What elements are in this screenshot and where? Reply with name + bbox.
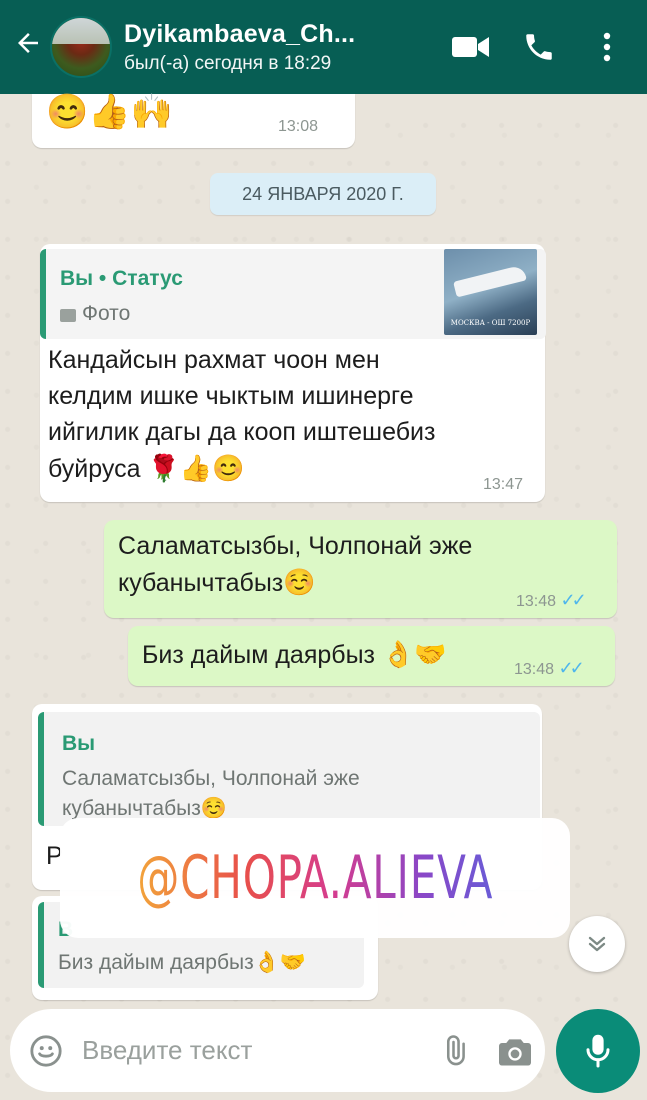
contact-info[interactable]: Dyikambaeva_Ch... был(-а) сегодня в 18:2… bbox=[124, 20, 449, 75]
message-line-text: Биз дайым даярбыз bbox=[142, 641, 376, 669]
message-text: Биз дайым даярбыз 👌🤝 bbox=[142, 636, 447, 673]
camera-icon[interactable] bbox=[485, 1035, 545, 1067]
scroll-down-button[interactable] bbox=[569, 916, 625, 972]
voice-call-icon[interactable] bbox=[517, 25, 561, 69]
microphone-icon bbox=[586, 1034, 610, 1068]
message-emojis: 🌹👍😊 bbox=[147, 453, 245, 483]
quote-text: Фото bbox=[82, 302, 131, 325]
message-text: Кандайсын рахмат чоон мен келдим ишке чы… bbox=[48, 342, 538, 487]
message-composer[interactable]: Введите текст bbox=[10, 1009, 545, 1092]
watermark-sticker: @CHOPA.ALIEVA bbox=[60, 818, 570, 938]
quote-text: Биз дайым даярбыз👌🤝 bbox=[58, 951, 307, 974]
message-time: 13:48 ✓✓ bbox=[516, 590, 587, 611]
message-line: келдим ишке чыктым ишинерге bbox=[48, 382, 414, 410]
mic-button[interactable] bbox=[556, 1009, 640, 1093]
message-line-text: буйруса bbox=[48, 455, 141, 483]
back-arrow-icon[interactable] bbox=[6, 28, 50, 67]
message-outgoing[interactable]: Саламатсызбы, Чолпонай эже кубанычтабыз☺… bbox=[104, 520, 617, 618]
message-input[interactable]: Введите текст bbox=[82, 1035, 425, 1066]
contact-name: Dyikambaeva_Ch... bbox=[124, 19, 356, 48]
plane-image bbox=[453, 264, 527, 298]
message-incoming[interactable]: 😊👍🙌 13:08 bbox=[32, 93, 355, 148]
time-text: 13:48 bbox=[514, 661, 555, 678]
status-thumbnail: МОСКВА - ОШ 7200Р bbox=[444, 249, 537, 335]
quote-author: Вы • Статус bbox=[60, 267, 183, 290]
date-divider: 24 ЯНВАРЯ 2020 Г. bbox=[210, 173, 436, 215]
video-call-icon[interactable] bbox=[449, 25, 493, 69]
message-time: 13:08 bbox=[278, 118, 319, 135]
watermark-text: @CHOPA.ALIEVA bbox=[136, 843, 494, 913]
double-chevron-down-icon bbox=[588, 936, 606, 952]
chat-header: Dyikambaeva_Ch... был(-а) сегодня в 18:2… bbox=[0, 0, 647, 94]
time-text: 13:48 bbox=[516, 593, 557, 610]
message-line: ийгилик дагы да кооп иштешебиз bbox=[48, 418, 436, 446]
more-options-icon[interactable] bbox=[585, 25, 629, 69]
photo-icon bbox=[60, 309, 76, 322]
read-receipt-icon: ✓✓ bbox=[558, 658, 585, 678]
message-incoming[interactable]: Вы • Статус Фото МОСКВА - ОШ 7200Р Канда… bbox=[40, 244, 546, 502]
contact-avatar[interactable] bbox=[50, 16, 112, 78]
thumbnail-caption: МОСКВА - ОШ 7200Р bbox=[450, 319, 531, 327]
quoted-message[interactable]: Вы Саламатсызбы, Чолпонай эже кубанычтаб… bbox=[38, 712, 540, 826]
quote-text: Саламатсызбы, Чолпонай эже кубанычтабыз☺… bbox=[62, 764, 360, 824]
message-time: 13:47 bbox=[483, 476, 524, 493]
message-emoji: ☺️ bbox=[283, 567, 316, 597]
message-line-text: кубанычтабыз bbox=[118, 569, 284, 597]
message-outgoing[interactable]: Биз дайым даярбыз 👌🤝 13:48 ✓✓ bbox=[128, 626, 615, 686]
message-line: буйруса 🌹👍😊 bbox=[48, 450, 538, 487]
message-emojis: 😊👍🙌 bbox=[46, 93, 174, 131]
emoji-icon[interactable] bbox=[10, 1034, 82, 1068]
attach-icon[interactable] bbox=[425, 1034, 485, 1068]
last-seen-status: был(-а) сегодня в 18:29 bbox=[124, 52, 332, 74]
message-line: Кандайсын рахмат чоон мен bbox=[48, 346, 380, 374]
read-receipt-icon: ✓✓ bbox=[560, 590, 587, 610]
quote-line: Саламатсызбы, Чолпонай эже bbox=[62, 767, 360, 790]
message-time: 13:48 ✓✓ bbox=[514, 658, 585, 679]
message-line: Саламатсызбы, Чолпонай эже bbox=[118, 532, 473, 560]
message-emojis: 👌🤝 bbox=[381, 639, 447, 669]
quote-author: Вы bbox=[62, 732, 96, 755]
